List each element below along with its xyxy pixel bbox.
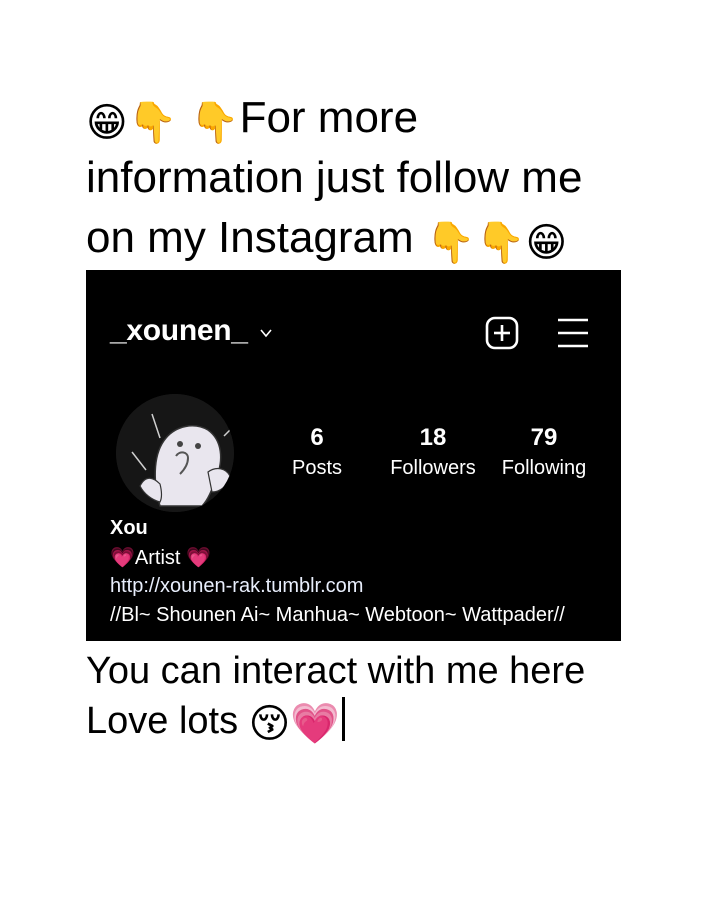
bio-link[interactable]: http://xounen-rak.tumblr.com [110,572,565,601]
outro-text[interactable]: You can interact with me here Love lots … [86,646,666,746]
heart-emoji: 💗 [290,701,341,747]
add-post-icon[interactable] [485,316,519,350]
heart-emoji: 💗 [110,544,135,569]
profile-avatar[interactable] [116,394,234,512]
kiss-emoji: 😚 [248,701,291,747]
followers-count: 18 [419,424,447,451]
bio-role: Artist [134,546,181,569]
intro-text: 😁👇 👇For more information just follow me … [86,88,626,268]
grin-emoji: 😁 [525,220,568,266]
profile-display-name: Xou [110,517,148,539]
outro-line-2: Love lots 😚💗 [86,696,666,746]
following-label: Following [501,457,587,479]
stat-followers[interactable]: 18 Followers [380,423,486,483]
point-down-emoji: 👇 [475,220,526,266]
outro-line-1: You can interact with me here [86,650,586,692]
intro-line-2: information just follow me [86,153,583,202]
profile-username-switcher[interactable]: _xounen_ [110,314,274,348]
following-count: 79 [530,424,558,451]
point-down-emoji: 👇 [189,100,240,146]
bio-tags: //Bl~ Shounen Ai~ Manhua~ Webtoon~ Wattp… [110,603,565,626]
text-cursor [342,697,346,741]
bio-role-line: 💗Artist 💗 [110,543,565,573]
heart-emoji: 💗 [186,544,211,569]
intro-line-1: For more [239,93,419,142]
point-down-emoji: 👇 [425,220,476,266]
posts-count: 6 [310,424,324,451]
chevron-down-icon [258,325,274,341]
stat-following[interactable]: 79 Following [494,423,594,483]
followers-label: Followers [390,457,476,479]
instagram-profile-screenshot: _xounen_ 6 Posts 18 Followers 79 Followi… [86,270,621,641]
outro-line-2-text: Love lots [86,700,239,742]
hamburger-menu-icon[interactable] [556,317,590,349]
profile-username: _xounen_ [110,314,248,347]
grin-emoji: 😁 [86,100,128,146]
stat-posts[interactable]: 6 Posts [267,423,367,483]
profile-bio: Xou 💗Artist 💗 http://xounen-rak.tumblr.c… [110,514,565,629]
posts-label: Posts [291,457,343,479]
point-down-emoji: 👇 [127,100,178,146]
intro-line-3: on my Instagram [86,213,414,262]
